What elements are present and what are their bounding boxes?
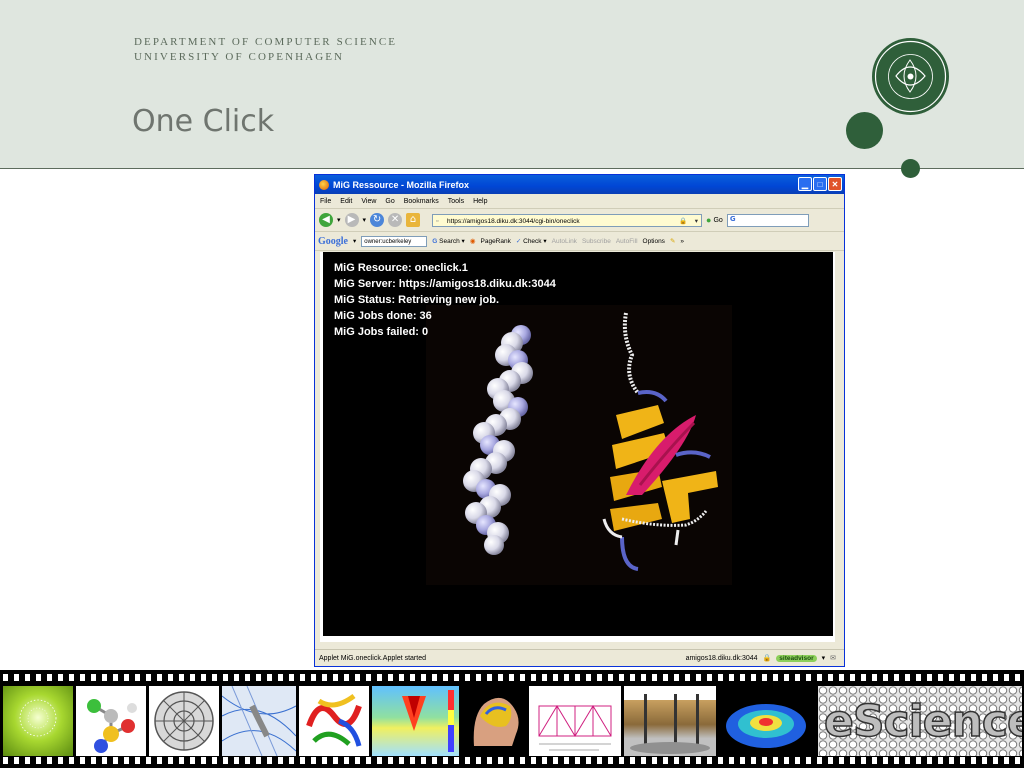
geology-well-image: [624, 686, 716, 756]
department-label: DEPARTMENT OF COMPUTER SCIENCE UNIVERSIT…: [134, 35, 397, 65]
wave-surface-image: [720, 686, 812, 756]
firefox-icon: [319, 179, 329, 190]
protein-visualization: [426, 305, 732, 585]
home-icon[interactable]: ⌂: [406, 213, 421, 227]
brain-scan-image: [462, 686, 526, 756]
escience-logo: eScience: [823, 695, 1022, 748]
jobs-done-line: MiG Jobs done: 36: [334, 310, 432, 322]
lock-icon: 🔒: [678, 217, 688, 225]
news-icon[interactable]: ◉: [470, 237, 476, 245]
minimize-button[interactable]: ▁: [798, 177, 812, 191]
jobs-failed-line: MiG Jobs failed: 0: [334, 326, 429, 338]
page-content: MiG Resource: oneclick.1 MiG Server: htt…: [320, 252, 835, 642]
university-line: UNIVERSITY OF COPENHAGEN: [134, 51, 345, 63]
search-engine-icon: G: [729, 214, 736, 223]
protein-ribbon-image: [299, 686, 369, 756]
decorative-dot-small: [901, 159, 920, 178]
check-label: Check: [523, 238, 542, 245]
heatmap-image: [372, 686, 459, 756]
mig-applet[interactable]: MiG Resource: oneclick.1 MiG Server: htt…: [323, 252, 833, 636]
fullerene-image: [149, 686, 219, 756]
menu-bar: File Edit View Go Bookmarks Tools Help: [315, 194, 844, 209]
back-dropdown-icon[interactable]: ▾: [337, 216, 341, 224]
url-dropdown-icon[interactable]: ▾: [695, 215, 698, 228]
resource-line: MiG Resource: oneclick.1: [334, 262, 468, 274]
menu-go[interactable]: Go: [385, 198, 394, 205]
toolbar-search-button[interactable]: G Search ▾: [432, 237, 465, 245]
page-icon: ▫: [436, 217, 439, 225]
maximize-button[interactable]: □: [813, 177, 827, 191]
back-icon[interactable]: ◀: [319, 213, 333, 227]
toolbar-overflow-icon[interactable]: »: [680, 238, 684, 245]
window-title: MiG Ressource - Mozilla Firefox: [333, 179, 470, 190]
search-input[interactable]: G: [726, 213, 809, 227]
google-logo[interactable]: Google: [318, 236, 348, 247]
university-seal-logo: [872, 38, 949, 115]
menu-edit[interactable]: Edit: [340, 198, 352, 205]
menu-file[interactable]: File: [320, 198, 331, 205]
status-line: MiG Status: Retrieving new job.: [334, 294, 500, 306]
url-bar[interactable]: ▫ https://amigos18.diku.dk:3044/cgi-bin/…: [432, 213, 703, 228]
department-line: DEPARTMENT OF COMPUTER SCIENCE: [134, 36, 398, 48]
status-host: amigos18.diku.dk:3044: [685, 654, 758, 662]
film-perforation-bottom: [0, 757, 1024, 764]
autofill-button[interactable]: AutoFill: [616, 238, 638, 245]
reload-icon[interactable]: ↻: [370, 213, 385, 227]
search-label: Search: [439, 238, 460, 245]
go-button[interactable]: ● Go: [706, 215, 723, 225]
google-toolbar: Google ▾ owner:ucberkeley G Search ▾ ◉ P…: [315, 232, 844, 251]
spellcheck-icon: ✓: [515, 238, 522, 245]
applet-status-text: MiG Resource: oneclick.1 MiG Server: htt…: [334, 260, 556, 340]
subscribe-button[interactable]: Subscribe: [582, 238, 611, 245]
menu-tools[interactable]: Tools: [448, 198, 464, 205]
slide-header: DEPARTMENT OF COMPUTER SCIENCE UNIVERSIT…: [0, 0, 1024, 169]
window-titlebar[interactable]: MiG Ressource - Mozilla Firefox ▁ □ ✕: [315, 175, 844, 194]
url-text: https://amigos18.diku.dk:3044/cgi-bin/on…: [447, 217, 580, 225]
escience-logo-frame: eScience: [818, 686, 1022, 756]
film-perforation-top: [0, 674, 1024, 681]
google-dropdown-icon[interactable]: ▾: [353, 237, 356, 245]
status-bar: Applet MiG.oneclick.Applet started amigo…: [315, 649, 844, 666]
menu-bookmarks[interactable]: Bookmarks: [404, 198, 439, 205]
molecule-image: [76, 686, 146, 756]
autolink-button[interactable]: AutoLink: [552, 238, 577, 245]
navigation-toolbar: ◀ ▾ ▶ ▾ ↻ ✕ ⌂ ▫ https://amigos18.diku.dk…: [315, 209, 844, 232]
menu-help[interactable]: Help: [473, 198, 487, 205]
options-button[interactable]: Options: [643, 238, 665, 245]
forward-dropdown-icon[interactable]: ▾: [363, 216, 367, 224]
go-icon: ●: [706, 215, 712, 225]
g-search-icon: G: [432, 238, 438, 245]
close-button[interactable]: ✕: [828, 177, 842, 191]
stop-icon[interactable]: ✕: [388, 213, 403, 227]
status-lock-icon[interactable]: 🔒: [763, 654, 772, 662]
server-line: MiG Server: https://amigos18.diku.dk:304…: [334, 278, 556, 290]
mail-icon[interactable]: ✉: [830, 654, 836, 662]
bridge-diagram-image: [529, 686, 621, 756]
pagerank-label[interactable]: PageRank: [481, 238, 511, 245]
menu-view[interactable]: View: [361, 198, 376, 205]
go-label: Go: [713, 216, 723, 224]
check-button[interactable]: ✓ Check ▾: [516, 237, 547, 245]
forward-icon[interactable]: ▶: [344, 213, 359, 227]
decorative-dot-large: [846, 112, 883, 149]
filmstrip: eScience: [0, 670, 1024, 768]
pencil-icon[interactable]: ✎: [670, 237, 675, 245]
slide-title: One Click: [132, 104, 275, 139]
siteadvisor-dropdown-icon[interactable]: ▾: [822, 654, 826, 662]
fluid-lines-image: [222, 686, 296, 756]
google-search-field[interactable]: owner:ucberkeley: [361, 235, 428, 247]
siteadvisor-badge[interactable]: siteadvisor: [776, 654, 817, 662]
status-text: Applet MiG.oneclick.Applet started: [319, 654, 426, 662]
browser-window: MiG Ressource - Mozilla Firefox ▁ □ ✕ Fi…: [314, 174, 845, 667]
green-sphere-image: [3, 686, 73, 756]
